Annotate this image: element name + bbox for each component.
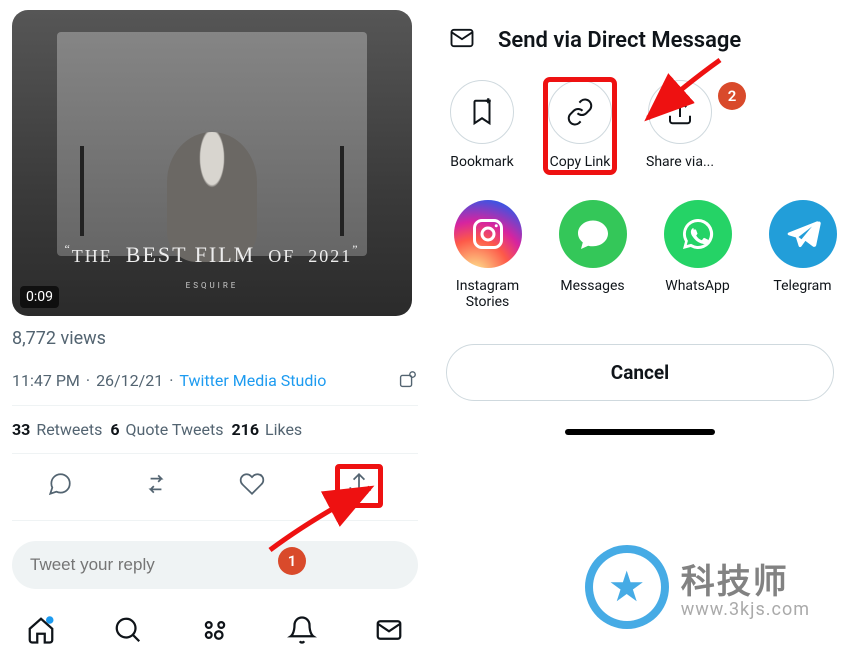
likes-stat[interactable]: 216 Likes	[231, 420, 302, 439]
instagram-stories-app[interactable]: Instagram Stories	[450, 200, 525, 310]
watermark-logo-icon	[585, 545, 669, 629]
quote-tweets-stat[interactable]: 6 Quote Tweets	[110, 420, 223, 439]
share-apps-row: Instagram Stories Messages WhatsApp Tele…	[440, 200, 840, 310]
send-dm-label: Send via Direct Message	[498, 28, 741, 53]
telegram-icon	[769, 200, 837, 268]
tweet-actions-row	[12, 454, 418, 521]
share-via-icon	[665, 97, 695, 127]
instagram-icon	[454, 200, 522, 268]
reply-composer-row	[12, 541, 418, 589]
bookmark-plus-icon	[467, 97, 497, 127]
spaces-tab-icon[interactable]	[200, 615, 230, 649]
video-scene-prop	[67, 146, 97, 236]
search-tab-icon[interactable]	[113, 615, 143, 649]
messages-tab-icon[interactable]	[374, 615, 404, 649]
tweet-time: 11:47 PM	[12, 371, 80, 390]
messages-app[interactable]: Messages	[555, 200, 630, 310]
telegram-label: Telegram	[773, 278, 831, 294]
whatsapp-icon	[664, 200, 732, 268]
tweet-meta-row: 11:47 PM · 26/12/21 · Twitter Media Stud…	[12, 369, 418, 406]
messages-label: Messages	[560, 278, 624, 294]
video-thumbnail[interactable]: “THE BEST FILM OF 2021” ESQUIRE 0:09	[12, 10, 412, 316]
copy-link-option[interactable]: Copy Link	[546, 80, 614, 172]
bottom-tab-bar	[12, 611, 418, 653]
bookmark-label: Bookmark	[450, 154, 514, 170]
notifications-tab-icon[interactable]	[287, 615, 317, 649]
retweets-stat[interactable]: 33 Retweets	[12, 420, 102, 439]
envelope-icon	[448, 24, 476, 56]
video-scene-prop	[327, 146, 357, 236]
cancel-button[interactable]: Cancel	[446, 344, 834, 401]
video-duration-badge: 0:09	[20, 286, 59, 308]
instagram-label: Instagram Stories	[450, 278, 525, 310]
share-via-option[interactable]: Share via...	[646, 80, 714, 172]
send-dm-row[interactable]: Send via Direct Message	[440, 20, 840, 80]
tweet-detail-pane: “THE BEST FILM OF 2021” ESQUIRE 0:09 8,7…	[0, 0, 430, 661]
telegram-app[interactable]: Telegram	[765, 200, 840, 310]
copy-link-label: Copy Link	[550, 154, 611, 170]
views-count[interactable]: 8,772 views	[12, 328, 418, 349]
separator-dot: ·	[167, 371, 175, 390]
watermark-url: www.3kjs.com	[681, 599, 810, 620]
share-via-label: Share via...	[646, 154, 714, 170]
reply-icon[interactable]	[47, 471, 73, 501]
whatsapp-label: WhatsApp	[665, 278, 729, 294]
like-icon[interactable]	[239, 471, 265, 501]
bookmark-option[interactable]: Bookmark	[450, 80, 514, 172]
watermark: 科技师 www.3kjs.com	[585, 545, 810, 629]
retweet-icon[interactable]	[143, 471, 169, 501]
tweet-date: 26/12/21	[96, 371, 163, 390]
separator-dot: ·	[84, 371, 92, 390]
tweet-source-link[interactable]: Twitter Media Studio	[179, 371, 326, 390]
link-icon	[565, 97, 595, 127]
watermark-title: 科技师	[681, 554, 810, 603]
video-title-overlay: “THE BEST FILM OF 2021”	[12, 242, 412, 268]
home-tab-icon[interactable]	[26, 615, 56, 649]
video-subtitle-overlay: ESQUIRE	[12, 281, 412, 290]
share-options-row: Bookmark Copy Link Share via...	[440, 80, 840, 172]
messages-icon	[559, 200, 627, 268]
share-icon[interactable]	[335, 464, 383, 508]
tweet-stats-row: 33 Retweets 6 Quote Tweets 216 Likes	[12, 406, 418, 454]
promote-icon[interactable]	[396, 369, 418, 391]
reply-input[interactable]	[12, 541, 418, 589]
whatsapp-app[interactable]: WhatsApp	[660, 200, 735, 310]
home-indicator	[565, 429, 715, 435]
